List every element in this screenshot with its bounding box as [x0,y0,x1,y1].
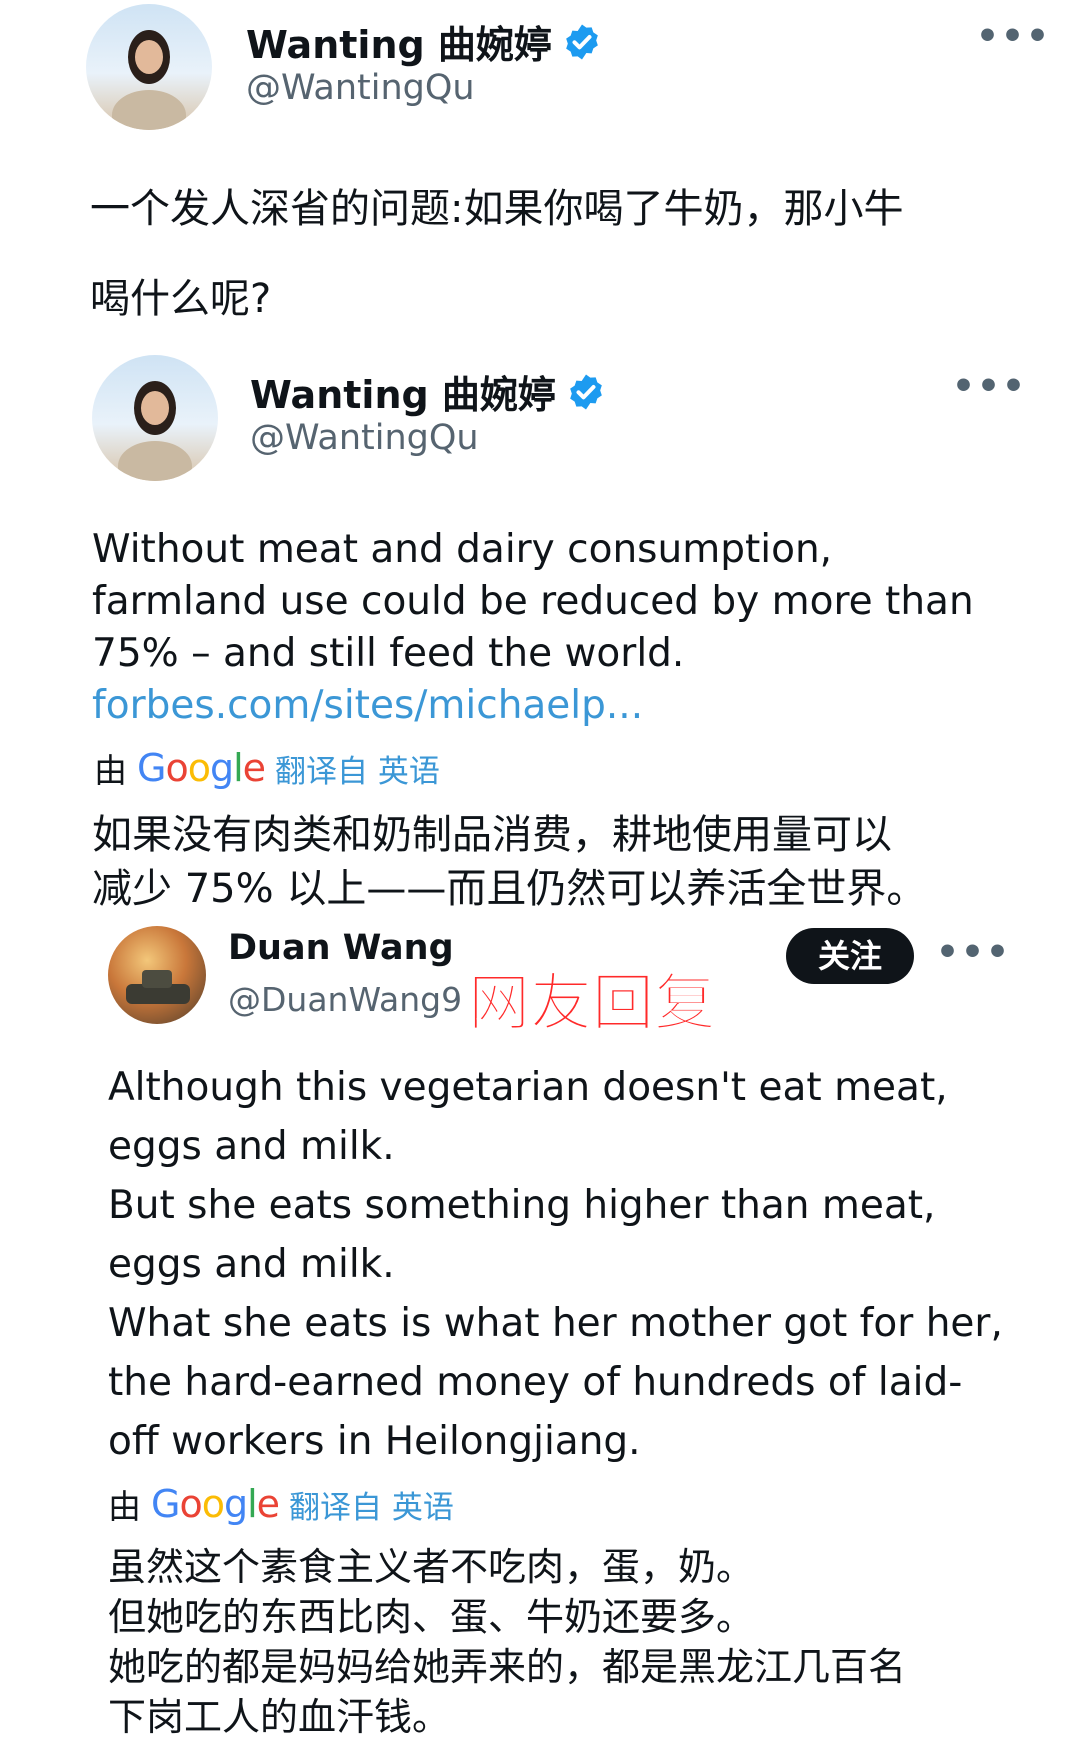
screenshot: { "tweet1": { "name": "Wanting 曲婉婷", "ha… [0,0,1080,1758]
author-name[interactable]: Duan Wang [228,928,454,968]
translation-text: 虽然这个素食主义者不吃肉，蛋，奶。 但她吃的东西比肉、蛋、牛奶还要多。 她吃的都… [108,1545,907,1739]
avatar[interactable] [92,355,218,481]
verified-badge-icon [566,24,598,59]
tweet-text: 一个发人深省的问题:如果你喝了牛奶，那小牛 喝什么呢? [90,186,904,322]
author-handle[interactable]: @WantingQu [246,68,475,108]
translated-from-label[interactable]: 翻译自 英语 [275,746,440,791]
avatar[interactable] [108,926,206,1024]
translation-attribution: 由 Google 翻译自 英语 [108,1482,454,1527]
more-options-icon[interactable]: ••• [976,16,1051,57]
tweet-text: Without meat and dairy consumption, farm… [92,524,1052,732]
author-handle[interactable]: @WantingQu [250,418,479,458]
verified-badge-icon [570,374,602,409]
translation-attribution: 由 Google 翻译自 英语 [94,746,440,791]
article-link[interactable]: forbes.com/sites/michaelp... [92,680,1052,732]
annotation-label: 网友回复 [467,966,717,1040]
author-name[interactable]: Wanting 曲婉婷 [250,364,606,419]
google-logo: Google [137,746,266,790]
more-options-icon[interactable]: ••• [952,366,1027,407]
more-options-icon[interactable]: ••• [936,932,1011,973]
avatar[interactable] [86,4,212,130]
reply-text: Although this vegetarian doesn't eat mea… [108,1065,1003,1464]
google-logo: Google [151,1482,280,1526]
translation-text: 如果没有肉类和奶制品消费，耕地使用量可以 减少 75% 以上——而且仍然可以养活… [92,812,927,912]
author-handle[interactable]: @DuanWang9 [228,980,462,1019]
author-name[interactable]: Wanting 曲婉婷 [246,14,602,69]
translated-from-label[interactable]: 翻译自 英语 [289,1482,454,1527]
follow-button[interactable]: 关注 [786,928,914,984]
